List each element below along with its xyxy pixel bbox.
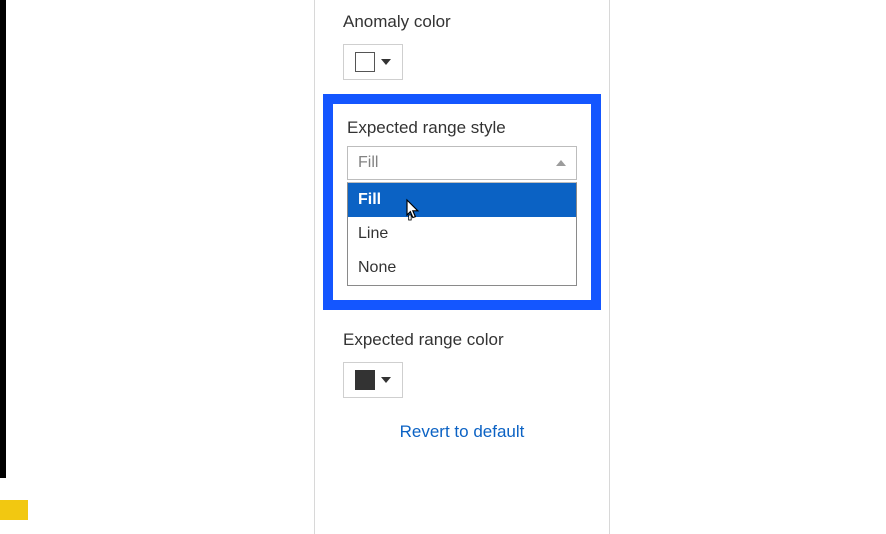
expected-range-color-picker[interactable]: [343, 362, 403, 398]
revert-to-default-link[interactable]: Revert to default: [315, 404, 609, 452]
dropdown-option-fill[interactable]: Fill: [348, 183, 576, 217]
anomaly-color-section: Anomaly color: [315, 0, 609, 86]
format-pane: Anomaly color Expected range style Fill …: [314, 0, 610, 534]
expected-range-color-label: Expected range color: [343, 330, 585, 350]
option-label: None: [358, 259, 396, 276]
expected-range-style-label: Expected range style: [347, 118, 577, 138]
anomaly-color-picker[interactable]: [343, 44, 403, 80]
report-canvas: [0, 0, 314, 534]
expected-range-swatch: [355, 370, 375, 390]
expected-range-color-section: Expected range color: [315, 318, 609, 404]
anomaly-swatch: [355, 52, 375, 72]
canvas-left-edge: [0, 0, 6, 478]
anomaly-color-label: Anomaly color: [343, 12, 585, 32]
right-blank-area: [610, 0, 886, 534]
option-label: Fill: [358, 191, 381, 208]
option-label: Line: [358, 225, 388, 242]
expected-range-style-options: Fill Line None: [347, 182, 577, 286]
dropdown-option-none[interactable]: None: [348, 251, 576, 285]
dropdown-option-line[interactable]: Line: [348, 217, 576, 251]
yellow-tab: [0, 500, 28, 520]
chevron-down-icon: [381, 59, 391, 65]
expected-range-style-highlight: Expected range style Fill Fill Line None: [323, 94, 601, 310]
chevron-down-icon: [381, 377, 391, 383]
expected-range-style-dropdown[interactable]: Fill: [347, 146, 577, 180]
chevron-up-icon: [556, 160, 566, 166]
dropdown-selected: Fill: [358, 154, 378, 172]
